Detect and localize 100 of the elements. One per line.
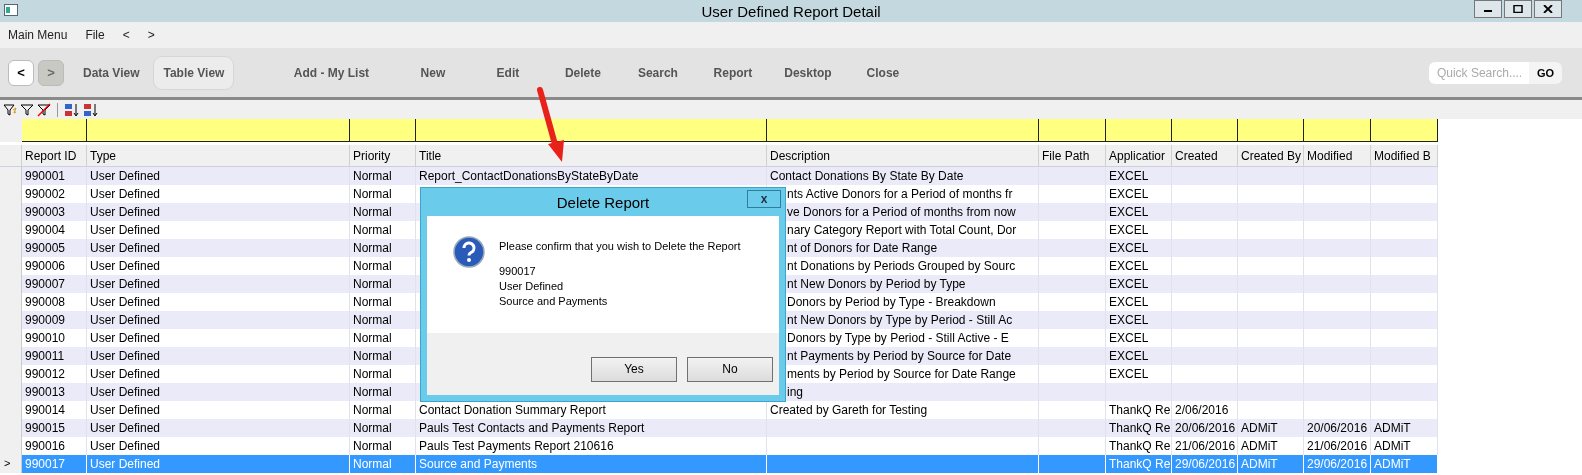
table-cell bbox=[1238, 275, 1304, 293]
table-cell: 990017 bbox=[22, 455, 87, 473]
column-header[interactable]: Created bbox=[1172, 145, 1238, 167]
question-icon bbox=[453, 236, 485, 268]
go-button[interactable]: GO bbox=[1528, 61, 1562, 84]
toolbar-button[interactable]: Report bbox=[695, 65, 771, 80]
dialog-detail: User Defined bbox=[499, 280, 565, 292]
table-cell bbox=[1238, 203, 1304, 221]
column-header[interactable]: Description bbox=[767, 145, 1039, 167]
filter-icon[interactable] bbox=[3, 102, 17, 117]
toolbar-button[interactable]: Delete bbox=[545, 65, 621, 80]
table-cell bbox=[1371, 311, 1438, 329]
filter-cell[interactable] bbox=[1172, 119, 1238, 142]
table-cell: 990008 bbox=[22, 293, 87, 311]
table-cell bbox=[1039, 347, 1106, 365]
table-cell: EXCEL bbox=[1106, 167, 1172, 185]
table-cell: Normal bbox=[350, 329, 416, 347]
menu-item[interactable]: File bbox=[85, 28, 105, 42]
table-cell bbox=[1238, 347, 1304, 365]
maximize-button[interactable] bbox=[1504, 0, 1532, 18]
toolbar-button[interactable]: Edit bbox=[470, 65, 546, 80]
view-tab[interactable]: Data View bbox=[74, 56, 149, 89]
filter-cell[interactable] bbox=[22, 119, 87, 142]
sort-ascending-icon[interactable] bbox=[64, 102, 80, 117]
table-cell bbox=[1304, 167, 1371, 185]
toolbar-button[interactable]: New bbox=[395, 65, 471, 80]
dialog-button[interactable]: No bbox=[687, 356, 773, 382]
table-cell: Normal bbox=[350, 311, 416, 329]
table-cell bbox=[1371, 275, 1438, 293]
minimize-button[interactable] bbox=[1474, 0, 1502, 18]
table-cell: ADMiT bbox=[1238, 437, 1304, 455]
table-cell bbox=[1304, 275, 1371, 293]
filter-cell[interactable] bbox=[1039, 119, 1106, 142]
filter-cell[interactable] bbox=[1304, 119, 1371, 142]
table-cell: 21/06/2016 bbox=[1172, 437, 1238, 455]
table-cell: Normal bbox=[350, 419, 416, 437]
table-cell bbox=[1039, 311, 1106, 329]
table-cell: User Defined bbox=[87, 311, 350, 329]
filter-cell[interactable] bbox=[416, 119, 767, 142]
table-cell bbox=[1039, 239, 1106, 257]
filter-cell[interactable] bbox=[87, 119, 350, 142]
dialog-detail: Source and Payments bbox=[499, 295, 609, 307]
close-button[interactable] bbox=[1534, 0, 1562, 18]
table-cell: 990004 bbox=[22, 221, 87, 239]
filter-cell[interactable] bbox=[1371, 119, 1438, 142]
row-header bbox=[0, 145, 22, 167]
table-cell: 990016 bbox=[22, 437, 87, 455]
dialog-button[interactable]: Yes bbox=[591, 356, 677, 382]
menu-item[interactable]: Main Menu bbox=[8, 28, 68, 42]
close-icon bbox=[1543, 5, 1553, 13]
column-header[interactable]: Modified B bbox=[1371, 145, 1438, 167]
column-header[interactable]: Type bbox=[87, 145, 350, 167]
sort-descending-icon[interactable] bbox=[83, 102, 99, 117]
column-header[interactable]: Priority bbox=[350, 145, 416, 167]
table-cell: Source and Payments bbox=[416, 455, 767, 473]
table-cell: 21/06/2016 bbox=[1304, 437, 1371, 455]
menu-item[interactable]: < bbox=[122, 28, 130, 42]
table-cell: 990013 bbox=[22, 383, 87, 401]
table-cell bbox=[1371, 239, 1438, 257]
table-cell: 990012 bbox=[22, 365, 87, 383]
column-header[interactable]: Report ID bbox=[22, 145, 87, 167]
table-cell: EXCEL bbox=[1106, 293, 1172, 311]
table-cell bbox=[1238, 239, 1304, 257]
column-header[interactable]: Created By bbox=[1238, 145, 1304, 167]
search-field[interactable]: Quick Search.... bbox=[1428, 61, 1529, 84]
filter-cell[interactable] bbox=[1238, 119, 1304, 142]
table-cell: 990015 bbox=[22, 419, 87, 437]
table-cell bbox=[1238, 311, 1304, 329]
table-cell bbox=[1371, 347, 1438, 365]
clear-filter-icon[interactable] bbox=[37, 102, 51, 117]
toolbar-button[interactable]: Close bbox=[845, 65, 921, 80]
toolbar-button[interactable]: Desktop bbox=[770, 65, 846, 80]
column-header[interactable]: Title bbox=[416, 145, 767, 167]
table-cell: User Defined bbox=[87, 329, 350, 347]
table-cell: 990011 bbox=[22, 347, 87, 365]
table-cell: ADMiT bbox=[1371, 437, 1438, 455]
column-header[interactable]: Applicatior bbox=[1106, 145, 1172, 167]
table-cell bbox=[1039, 167, 1106, 185]
table-cell: 20/06/2016 bbox=[1304, 419, 1371, 437]
column-header[interactable]: Modified bbox=[1304, 145, 1371, 167]
column-header[interactable]: File Path bbox=[1039, 145, 1106, 167]
table-cell bbox=[1172, 203, 1238, 221]
toolbar-button[interactable]: Search bbox=[620, 65, 696, 80]
filter-cell[interactable] bbox=[767, 119, 1039, 142]
table-cell bbox=[1304, 347, 1371, 365]
table-cell bbox=[1238, 383, 1304, 401]
table-cell bbox=[1304, 239, 1371, 257]
menu-item[interactable]: > bbox=[147, 28, 155, 42]
table-cell: 990005 bbox=[22, 239, 87, 257]
view-tab[interactable]: Table View bbox=[154, 56, 234, 89]
table-cell: Normal bbox=[350, 239, 416, 257]
filter-icon[interactable] bbox=[20, 102, 34, 117]
back-button[interactable]: < bbox=[8, 59, 34, 86]
table-cell: 29/06/2016 bbox=[1172, 455, 1238, 473]
table-cell: Normal bbox=[350, 437, 416, 455]
toolbar-button[interactable]: Add - My List bbox=[267, 65, 396, 80]
dialog-close-button[interactable]: x bbox=[747, 190, 781, 208]
filter-cell[interactable] bbox=[350, 119, 416, 142]
table-cell bbox=[1371, 203, 1438, 221]
filter-cell[interactable] bbox=[1106, 119, 1172, 142]
